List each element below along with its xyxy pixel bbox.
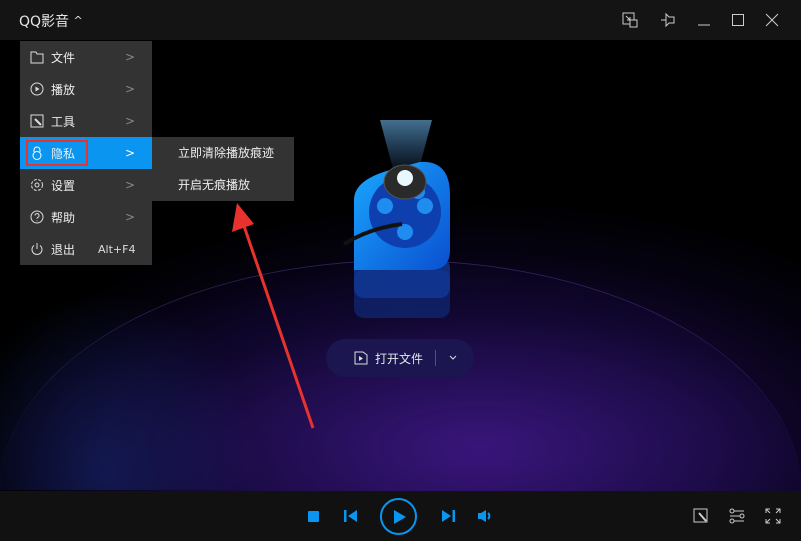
previous-icon [343,510,357,522]
menu-label: 隐私 [51,146,76,161]
gear-icon [31,179,43,191]
menu-label: 播放 [51,82,76,97]
main-menu: 文件 > 播放 > 工具 > 隐私 > 设置 > 帮助 > 退出 Alt+F4 [20,41,152,265]
play-button[interactable] [380,498,417,535]
menu-label: 设置 [51,178,76,193]
menu-label: 文件 [51,50,76,65]
background-haze [0,290,260,490]
lock-icon [32,146,42,160]
title-bar: QQ影音 ^ [0,0,801,40]
folder-icon [30,51,44,64]
menu-item-help[interactable]: 帮助 > [20,201,152,233]
file-play-icon [354,351,368,365]
power-icon [31,243,43,255]
play-circle-icon [30,82,44,96]
qq-player-logo [342,120,450,318]
chevron-right-icon: > [125,50,136,64]
menu-item-privacy[interactable]: 隐私 > [20,137,152,169]
tools-icon [30,114,44,128]
menu-item-exit[interactable]: 退出 Alt+F4 [20,233,152,265]
open-file-button[interactable]: 打开文件 [326,339,474,377]
tools-icon [693,508,708,523]
close-button[interactable] [762,10,782,30]
menu-label: 退出 [51,242,76,257]
mini-mode-icon [622,12,638,28]
privacy-submenu: 立即清除播放痕迹 开启无痕播放 [152,137,294,201]
app-title: QQ影音 [19,14,70,30]
menu-item-file[interactable]: 文件 > [20,41,152,73]
previous-button[interactable] [342,508,358,524]
shortcut-label: Alt+F4 [98,242,136,256]
stop-button[interactable] [305,508,321,524]
pin-icon [661,12,675,28]
chevron-right-icon: > [125,114,136,128]
volume-button[interactable] [477,508,495,524]
maximize-button[interactable] [728,10,748,30]
chevron-up-icon: ^ [73,14,83,27]
fullscreen-icon [765,508,781,524]
mini-mode-button[interactable] [620,10,640,30]
tools-button[interactable] [692,507,710,525]
close-icon [765,13,779,27]
chevron-down-icon[interactable] [448,354,458,362]
chevron-right-icon: > [125,178,136,192]
submenu-item-incognito-play[interactable]: 开启无痕播放 [152,169,294,201]
next-icon [441,510,455,522]
help-icon [30,210,44,224]
menu-label: 工具 [51,114,76,129]
divider [435,350,437,366]
menu-item-tools[interactable]: 工具 > [20,105,152,137]
volume-icon [478,510,491,522]
pin-button[interactable] [658,10,678,30]
maximize-icon [732,14,744,26]
fullscreen-button[interactable] [764,507,782,525]
menu-item-settings[interactable]: 设置 > [20,169,152,201]
control-bar [0,491,801,541]
equalizer-button[interactable] [728,507,746,525]
minimize-button[interactable] [694,10,714,30]
next-button[interactable] [440,508,456,524]
menu-label: 帮助 [51,210,76,225]
sliders-icon [729,508,745,524]
minimize-icon [698,24,710,26]
chevron-right-icon: > [125,146,136,160]
app-menu-button[interactable]: QQ影音 ^ [19,11,83,31]
chevron-right-icon: > [125,82,136,96]
play-icon [394,509,406,524]
stop-icon [307,510,319,522]
submenu-item-clear-history[interactable]: 立即清除播放痕迹 [152,137,294,169]
chevron-right-icon: > [125,210,136,224]
open-file-label: 打开文件 [375,351,424,366]
menu-item-play[interactable]: 播放 > [20,73,152,105]
